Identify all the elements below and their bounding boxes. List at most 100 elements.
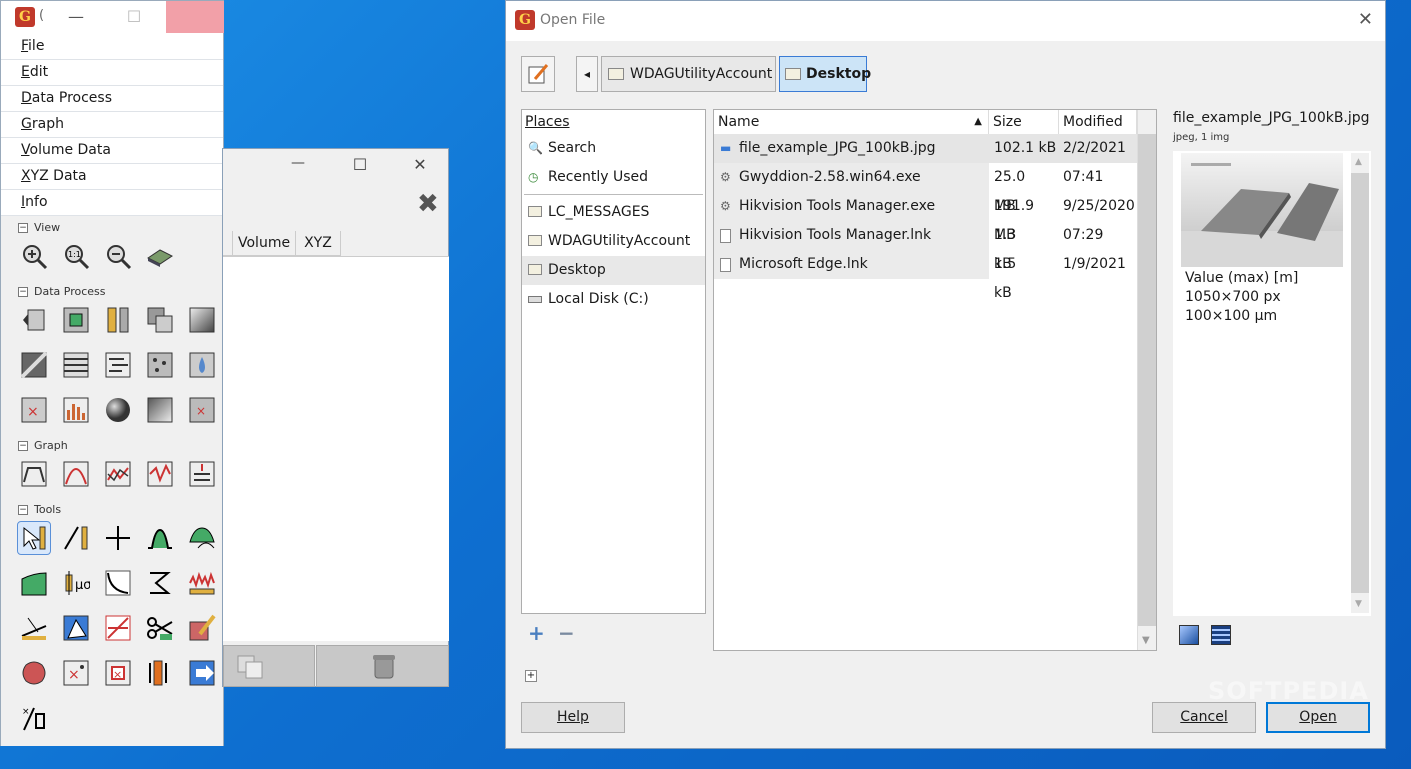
maximize-button[interactable]: ☐ — [345, 155, 375, 174]
place-recently-used[interactable]: ◷ Recently Used — [522, 163, 705, 192]
triangle-tool-icon[interactable] — [60, 612, 92, 644]
sphere-icon[interactable] — [102, 394, 134, 426]
roughness-icon[interactable] — [186, 567, 218, 599]
noise-arrow-icon[interactable] — [186, 657, 218, 689]
close-button[interactable]: ✕ — [1358, 9, 1373, 30]
zoom-1-1-icon[interactable]: 1:1 — [60, 240, 92, 272]
data-list[interactable] — [223, 256, 449, 641]
scroll-up-icon[interactable]: ▲ — [1355, 157, 1362, 167]
color-range-icon[interactable] — [144, 657, 176, 689]
level-icon[interactable] — [18, 349, 50, 381]
profile-icon[interactable] — [144, 522, 176, 554]
open-button[interactable]: Open — [1266, 702, 1370, 733]
scale-icon[interactable] — [102, 304, 134, 336]
toolbox-titlebar[interactable]: G ( — ☐ — [1, 1, 224, 34]
lines-icon[interactable] — [60, 349, 92, 381]
file-list-scrollbar[interactable]: ▼ — [1137, 110, 1156, 650]
path-level-icon[interactable] — [102, 612, 134, 644]
place-search[interactable]: 🔍 Search — [522, 134, 705, 163]
mask-remove-icon[interactable]: × — [102, 657, 134, 689]
file-row[interactable]: ⚙ Gwyddion-2.58.win64.exe 25.0 MB 07:41 — [714, 163, 1103, 214]
breadcrumb-wdagutilityaccount[interactable]: WDAGUtilityAccount — [601, 56, 776, 92]
file-row[interactable]: Microsoft Edge.lnk 1.5 kB 1/9/2021 — [714, 250, 1126, 301]
collapse-icon[interactable]: − — [18, 441, 28, 451]
menu-graph[interactable]: Graph — [1, 112, 223, 138]
file-row[interactable]: Hikvision Tools Manager.lnk 1.3 kB 07:29 — [714, 221, 1103, 272]
menu-edit[interactable]: Edit — [1, 60, 223, 86]
path-back-button[interactable]: ◂ — [576, 56, 598, 92]
image-view-icon[interactable] — [1179, 625, 1199, 645]
pointer-icon[interactable] — [17, 521, 51, 555]
grain-remover-icon[interactable] — [18, 657, 50, 689]
remove-bookmark-button[interactable]: − — [558, 621, 575, 645]
distance-icon[interactable] — [60, 522, 92, 554]
scroll-down-icon[interactable]: ▼ — [1355, 599, 1362, 609]
tab-xyz[interactable]: XYZ — [296, 231, 341, 255]
section-data-process[interactable]: − Data Process — [1, 282, 223, 301]
column-modified[interactable]: Modified — [1059, 110, 1137, 134]
maximize-button[interactable]: ☐ — [119, 1, 149, 33]
place-local-disk[interactable]: Local Disk (C:) — [522, 285, 705, 314]
level-3-points-icon[interactable] — [18, 612, 50, 644]
column-name[interactable]: Name ▲ — [714, 110, 989, 134]
zoom-in-icon[interactable] — [18, 240, 50, 272]
slope-icon[interactable] — [18, 567, 50, 599]
add-bookmark-button[interactable]: + — [528, 621, 545, 645]
grains-icon[interactable] — [144, 349, 176, 381]
duplicate-icon[interactable] — [144, 304, 176, 336]
histogram-icon[interactable] — [60, 394, 92, 426]
collapse-icon[interactable]: − — [18, 223, 28, 233]
mark-defects-icon[interactable]: × — [18, 394, 50, 426]
collapse-icon[interactable]: − — [18, 287, 28, 297]
watershed-icon[interactable] — [186, 349, 218, 381]
dialog-titlebar[interactable]: G Open File ✕ — [506, 1, 1385, 41]
expander-icon[interactable]: + — [525, 670, 537, 682]
graph-align-icon[interactable] — [144, 458, 176, 490]
section-graph[interactable]: − Graph — [1, 436, 223, 455]
crosshair-icon[interactable] — [102, 522, 134, 554]
close-button[interactable] — [166, 1, 224, 33]
graph-cd-icon[interactable] — [102, 458, 134, 490]
stats-icon[interactable]: μσ — [60, 567, 92, 599]
menu-xyz-data[interactable]: XYZ Data — [1, 164, 223, 190]
scroll-down-icon[interactable]: ▼ — [1142, 635, 1150, 646]
scrollbar-thumb[interactable] — [1351, 173, 1369, 593]
rotate-icon[interactable] — [18, 304, 50, 336]
line-correct-icon[interactable]: × — [18, 702, 50, 734]
menu-file[interactable]: File — [1, 34, 223, 60]
curve-icon[interactable] — [102, 567, 134, 599]
scrollbar-thumb[interactable] — [1138, 134, 1156, 626]
mask-editor-icon[interactable] — [186, 612, 218, 644]
tab-volume[interactable]: Volume — [233, 231, 297, 255]
delete-button[interactable] — [316, 645, 449, 687]
place-wdagutilityaccount[interactable]: WDAGUtilityAccount — [522, 227, 705, 256]
sum-curve-icon[interactable] — [144, 567, 176, 599]
menu-data-process[interactable]: Data Process — [1, 86, 223, 112]
collapse-icon[interactable]: − — [18, 505, 28, 515]
graph-export-icon[interactable] — [186, 458, 218, 490]
scissors-icon[interactable] — [144, 612, 176, 644]
graph-fit-icon[interactable] — [60, 458, 92, 490]
minimize-button[interactable]: — — [283, 155, 313, 171]
shade-icon[interactable] — [144, 394, 176, 426]
menu-volume-data[interactable]: Volume Data — [1, 138, 223, 164]
radial-profile-icon[interactable] — [186, 522, 218, 554]
column-size[interactable]: Size — [989, 110, 1059, 134]
file-row[interactable]: ▬ file_example_JPG_100kB.jpg 102.1 kB 2/2/2… — [714, 134, 1137, 163]
minimize-button[interactable]: — — [61, 1, 91, 33]
place-lc-messages[interactable]: LC_MESSAGES — [522, 198, 705, 227]
zoom-out-icon[interactable] — [102, 240, 134, 272]
section-tools[interactable]: − Tools — [1, 500, 223, 519]
duplicate-button[interactable] — [223, 645, 315, 687]
file-row[interactable]: ⚙ Hikvision Tools Manager.exe 191.9 MB 9/25… — [714, 192, 1135, 243]
align-rows-icon[interactable] — [102, 349, 134, 381]
close-button[interactable]: ✕ — [405, 155, 435, 174]
help-button[interactable]: Help — [521, 702, 625, 733]
place-desktop[interactable]: Desktop — [522, 256, 705, 285]
graph-measure-icon[interactable] — [18, 458, 50, 490]
section-view[interactable]: − View — [1, 218, 223, 237]
cancel-button[interactable]: Cancel — [1152, 702, 1256, 733]
gradient-icon[interactable] — [186, 304, 218, 336]
remove-spots-icon[interactable]: × — [186, 394, 218, 426]
delete-icon[interactable]: ✖ — [417, 189, 439, 219]
